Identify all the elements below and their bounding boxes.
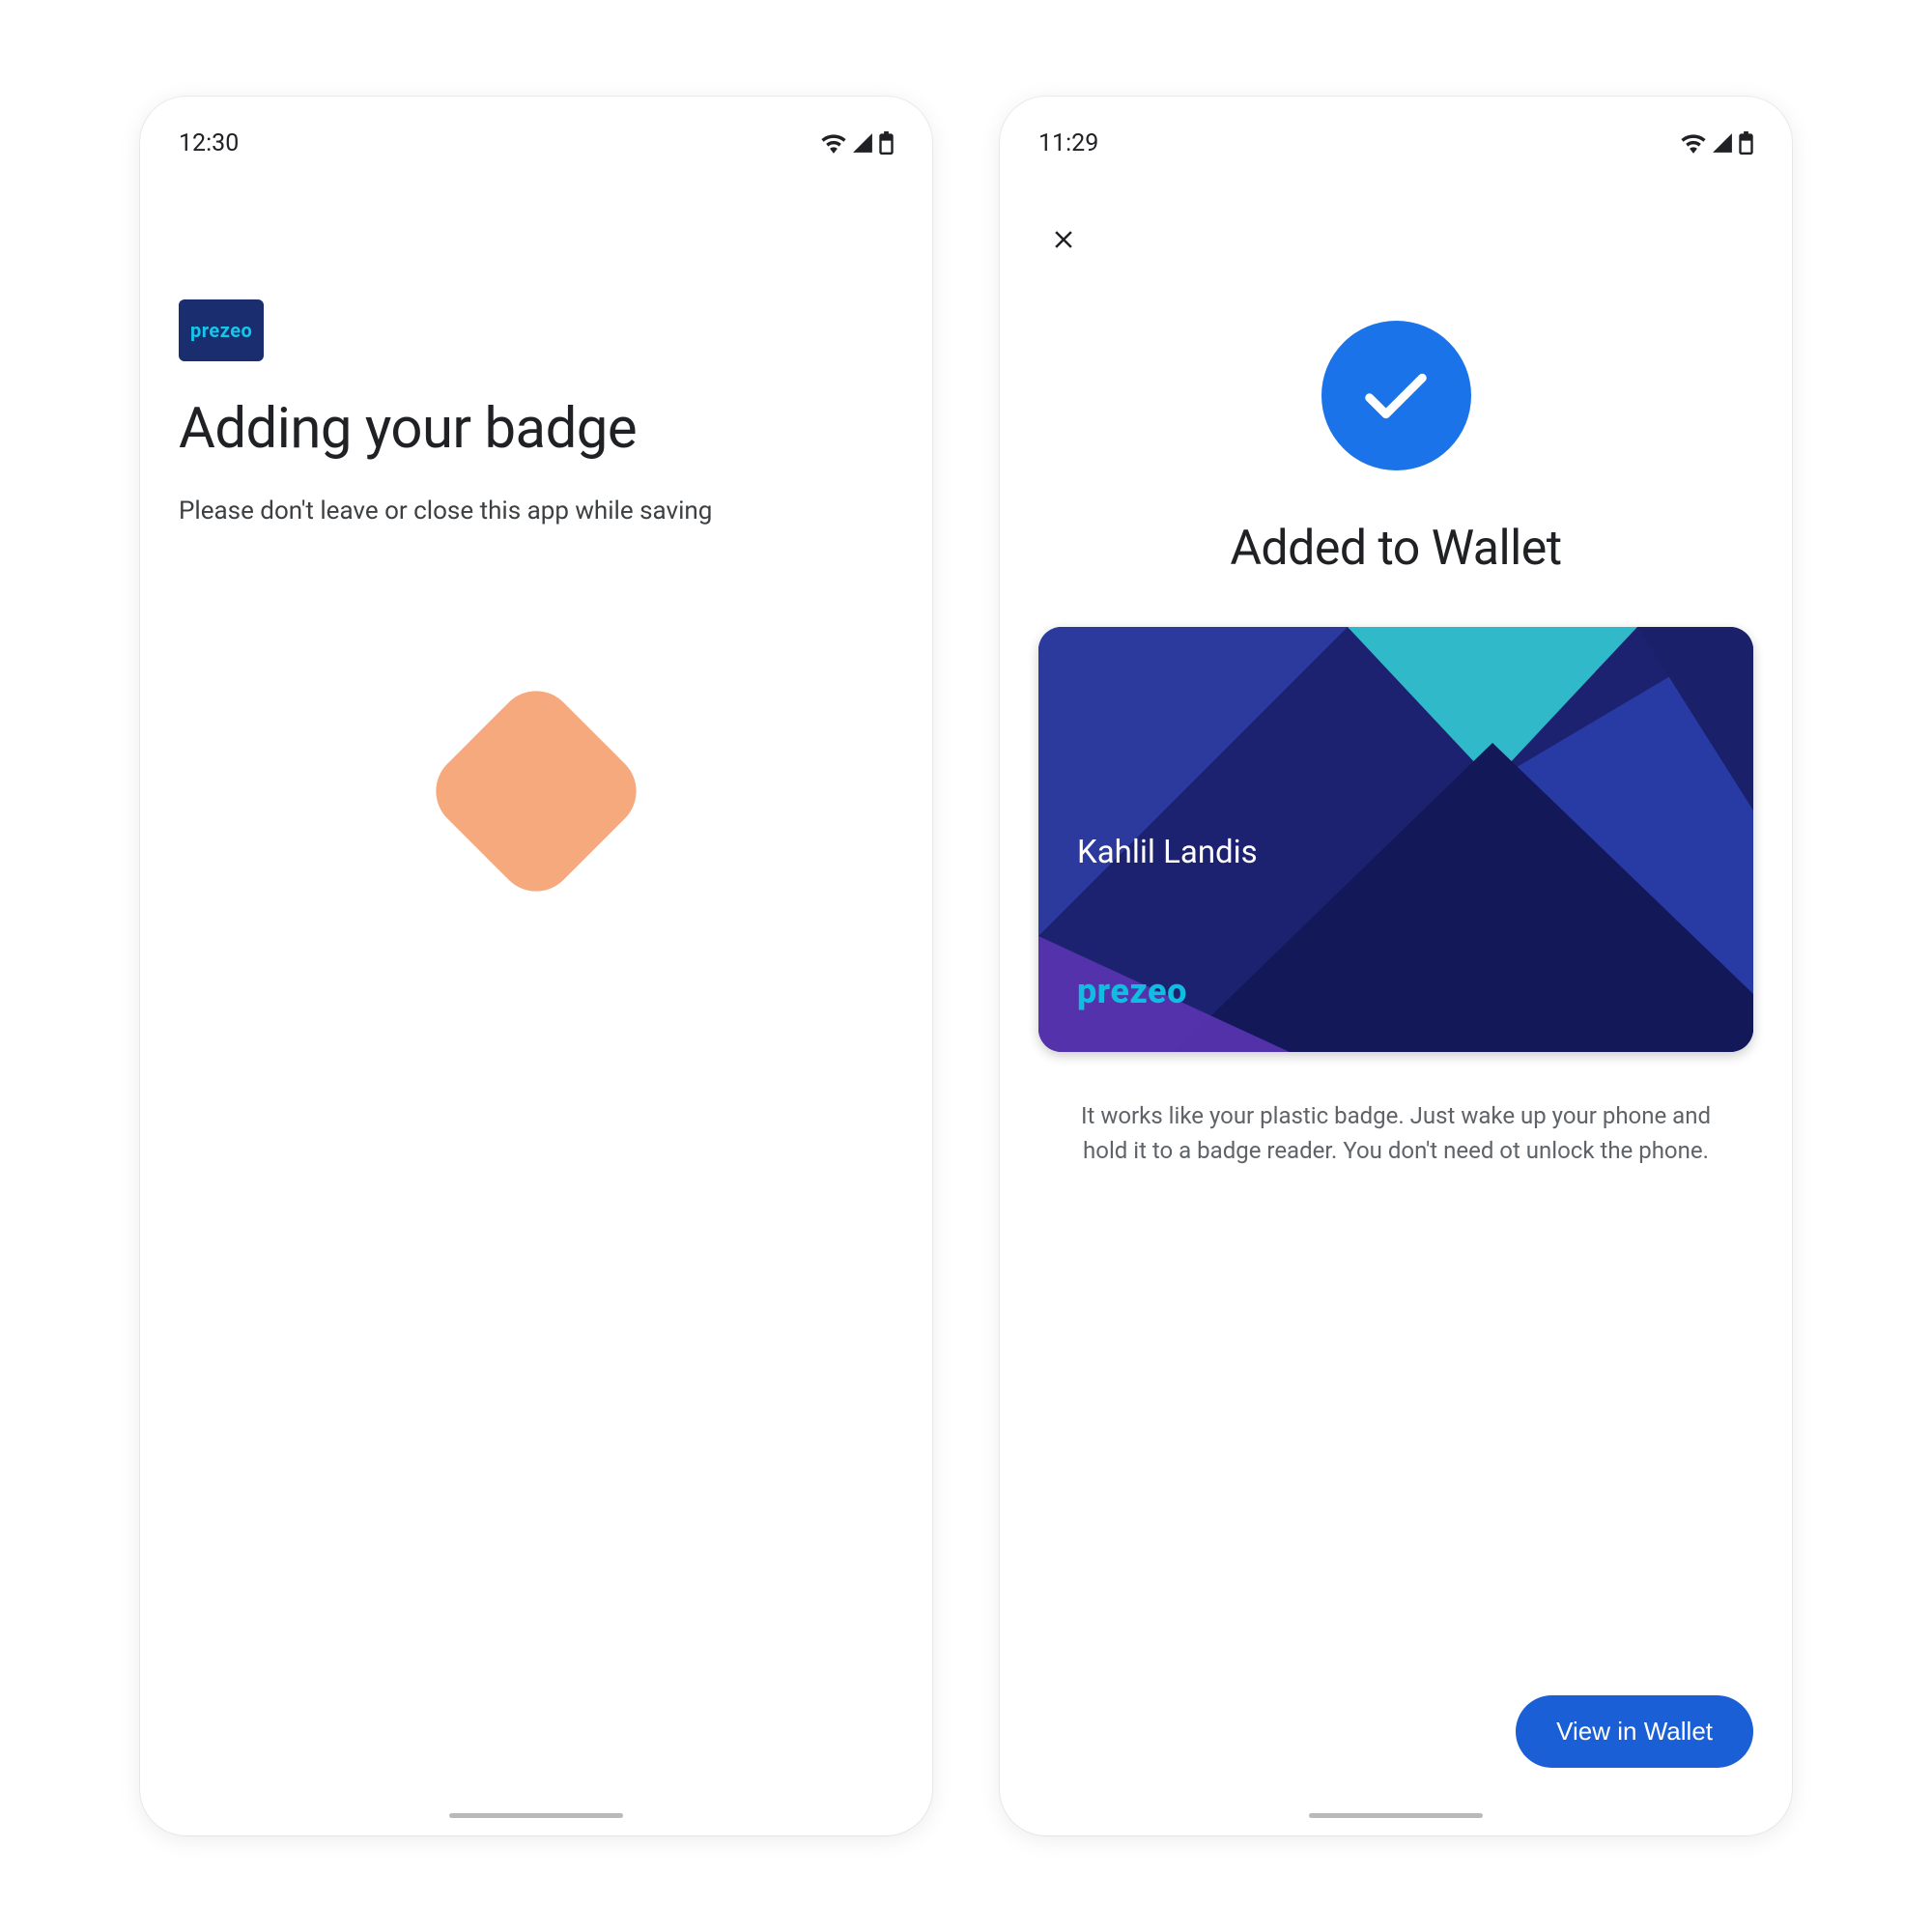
wallet-card[interactable]: Kahlil Landis prezeo [1038,627,1753,1052]
app-body: Added to Wallet Kahlil Landis prezeo It … [1000,174,1792,1835]
cellular-icon [852,132,873,154]
wifi-icon [821,132,846,154]
battery-icon [1739,131,1753,155]
status-bar: 11:29 [1000,120,1792,166]
loading-spinner-area [179,709,894,873]
nav-handle[interactable] [449,1813,623,1818]
status-time: 11:29 [1038,129,1098,157]
card-brand-logo: prezeo [1077,971,1187,1011]
status-time: 12:30 [179,129,239,157]
success-description: It works like your plastic badge. Just w… [1038,1098,1753,1168]
close-icon [1049,225,1078,254]
phone-added-to-wallet: 11:29 Added to Wallet [1000,97,1792,1835]
battery-icon [879,131,894,155]
app-body: prezeo Adding your badge Please don't le… [140,174,932,1835]
phone-adding-badge: 12:30 prezeo Adding your badge Please do… [140,97,932,1835]
success-section: Added to Wallet Kahlil Landis prezeo It … [1038,321,1753,1168]
status-icons [821,131,894,155]
view-in-wallet-button[interactable]: View in Wallet [1516,1695,1753,1768]
brand-logo-chip: prezeo [179,299,264,361]
close-button[interactable] [1044,220,1083,259]
success-badge [1321,321,1471,470]
page-title: Adding your badge [179,396,894,462]
wifi-icon [1681,132,1706,154]
nav-handle[interactable] [1309,1813,1483,1818]
page-subtitle: Please don't leave or close this app whi… [179,497,894,526]
card-holder-name: Kahlil Landis [1077,834,1258,871]
status-bar: 12:30 [140,120,932,166]
cellular-icon [1712,132,1733,154]
loading-spinner-icon [420,675,652,907]
check-icon [1356,356,1435,436]
success-title: Added to Wallet [1230,521,1561,577]
status-icons [1681,131,1753,155]
